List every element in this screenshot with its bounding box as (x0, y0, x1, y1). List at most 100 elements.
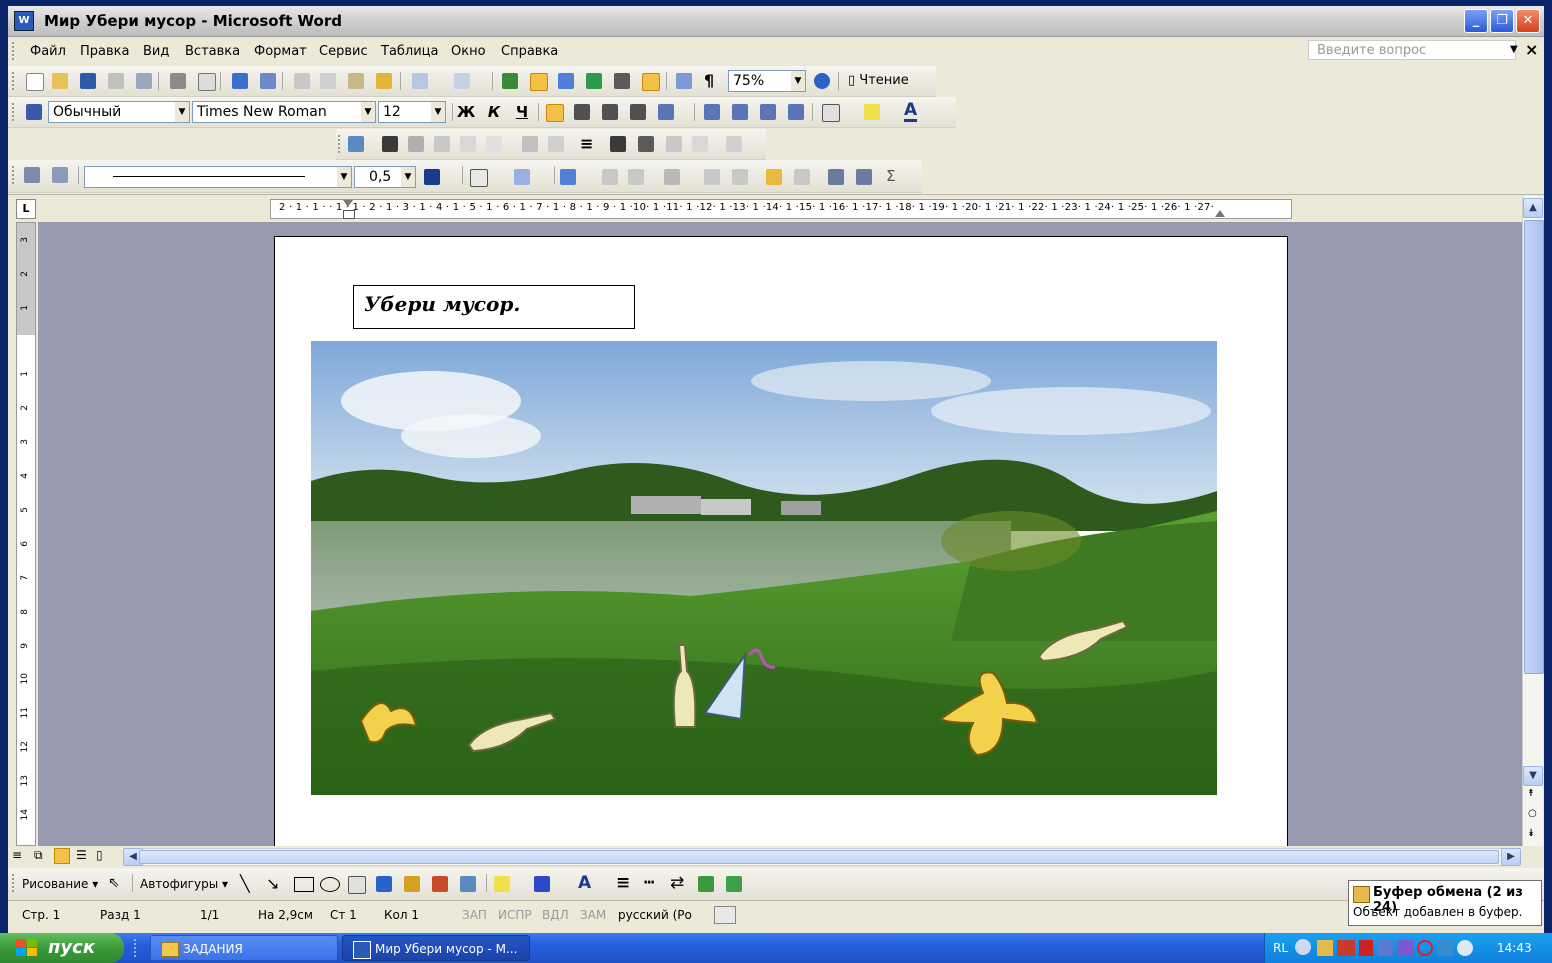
color-icon[interactable] (382, 136, 398, 152)
set-transparent-icon[interactable] (692, 136, 708, 152)
format-painter-icon[interactable] (376, 73, 392, 89)
chevron-down-icon[interactable]: ▼ (337, 167, 351, 187)
less-brightness-icon[interactable] (486, 136, 502, 152)
tray-kaspersky-icon[interactable] (1359, 940, 1373, 956)
reading-view-icon[interactable]: ▯ (96, 848, 103, 862)
line-tool-icon[interactable]: ╲ (240, 874, 250, 893)
vertical-ruler[interactable]: 3 2 1 1 2 3 4 5 6 7 8 9 10 11 12 13 14 (16, 222, 36, 846)
chevron-down-icon[interactable]: ▼ (401, 167, 415, 187)
bottle-standing[interactable] (667, 641, 701, 733)
banana-peel-right[interactable] (933, 663, 1043, 765)
taskbar-clock[interactable]: 14:43 (1497, 941, 1532, 955)
help-icon[interactable] (814, 73, 830, 89)
scroll-down-button[interactable]: ▼ (1523, 766, 1543, 786)
previous-page-icon[interactable]: ⯭ (1528, 788, 1534, 799)
tray-display-icon[interactable] (1437, 940, 1453, 956)
menu-table[interactable]: Таблица (381, 44, 439, 59)
save-icon[interactable] (80, 73, 96, 89)
show-formatting-icon[interactable]: ¶ (704, 71, 714, 90)
less-contrast-icon[interactable] (434, 136, 450, 152)
right-indent-marker[interactable] (1215, 210, 1225, 217)
paper-cone[interactable] (701, 645, 791, 725)
menu-tools[interactable]: Сервис (319, 44, 368, 59)
ask-dropdown-icon[interactable]: ▼ (1510, 44, 1518, 55)
compress-icon[interactable] (610, 136, 626, 152)
title-textbox[interactable]: Убери мусор. (353, 285, 635, 329)
tray-help-icon[interactable] (1457, 940, 1473, 956)
dash-style-icon[interactable]: ┅ (644, 873, 654, 893)
justify-icon[interactable] (630, 104, 646, 120)
shadow-style-icon[interactable] (698, 876, 714, 892)
line-style-icon[interactable]: ≡ (616, 873, 630, 893)
styles-icon[interactable] (26, 104, 42, 120)
wordart-icon[interactable] (376, 876, 392, 892)
italic-button[interactable]: К (484, 103, 504, 121)
word-app-icon[interactable]: W (14, 11, 34, 31)
outside-border-icon[interactable] (470, 169, 488, 187)
cut-icon[interactable] (294, 73, 310, 89)
arrow-style-icon[interactable]: ⇄ (670, 873, 684, 893)
spelling-status-icon[interactable] (714, 906, 736, 924)
document-map-icon[interactable] (676, 73, 692, 89)
3d-style-icon[interactable] (726, 876, 742, 892)
more-contrast-icon[interactable] (408, 136, 424, 152)
print-icon[interactable] (170, 73, 186, 89)
reset-picture-icon[interactable] (726, 136, 742, 152)
sort-ascending-icon[interactable] (828, 169, 844, 185)
text-direction-icon[interactable] (794, 169, 810, 185)
chevron-down-icon[interactable]: ▼ (431, 102, 445, 122)
tables-borders-icon[interactable] (530, 73, 548, 91)
distribute-columns-icon[interactable] (732, 169, 748, 185)
taskbar-grip[interactable] (134, 939, 139, 957)
increase-indent-icon[interactable] (788, 104, 804, 120)
tray-network2-icon[interactable] (1397, 940, 1413, 956)
horizontal-scroll-thumb[interactable] (139, 850, 1499, 864)
research-icon[interactable] (260, 73, 276, 89)
line-style-select[interactable]: ▼ (84, 166, 352, 188)
print-preview-icon[interactable] (198, 73, 216, 91)
font-size-select[interactable]: 12 ▼ (378, 101, 446, 123)
bullets-icon[interactable] (732, 104, 748, 120)
shading-icon[interactable] (514, 169, 530, 185)
minimize-button[interactable]: _ (1464, 9, 1488, 33)
paste-icon[interactable] (348, 73, 364, 89)
copy-icon[interactable] (320, 73, 336, 89)
document-page[interactable]: Убери мусор. (274, 236, 1288, 846)
menu-view[interactable]: Вид (143, 44, 169, 59)
insert-excel-icon[interactable] (586, 73, 602, 89)
tray-antivirus-icon[interactable] (1337, 940, 1355, 956)
clipart-icon[interactable] (432, 876, 448, 892)
line-spacing-icon[interactable] (658, 104, 674, 120)
line-style-icon[interactable]: ≡ (580, 134, 593, 153)
new-document-icon[interactable] (26, 73, 44, 91)
split-cells-icon[interactable] (628, 169, 644, 185)
status-ovr[interactable]: ЗАМ (580, 908, 606, 922)
insert-picture-icon[interactable] (348, 136, 364, 152)
taskbar-button-word[interactable]: Мир Убери мусор - M... (342, 935, 530, 961)
decrease-indent-icon[interactable] (760, 104, 776, 120)
chevron-down-icon[interactable]: ▼ (175, 102, 189, 122)
numbering-icon[interactable] (704, 104, 720, 120)
permission-icon[interactable] (108, 73, 124, 89)
status-rec[interactable]: ЗАП (462, 908, 487, 922)
email-icon[interactable] (136, 73, 152, 89)
tray-network-icon[interactable] (1377, 940, 1393, 956)
draw-menu-button[interactable]: Рисование ▾ (22, 877, 98, 891)
rotate-icon[interactable] (548, 136, 564, 152)
menu-help[interactable]: Справка (501, 44, 558, 59)
insert-table-icon[interactable] (560, 169, 576, 185)
select-objects-icon[interactable]: ⇖ (108, 875, 120, 891)
underline-button[interactable]: Ч (512, 103, 532, 121)
textbox-tool-icon[interactable] (348, 876, 366, 894)
undo-icon[interactable] (412, 73, 428, 89)
toolbar-grip[interactable] (12, 72, 17, 90)
bold-button[interactable]: Ж (456, 103, 476, 121)
close-document-button[interactable]: × (1525, 40, 1538, 59)
status-trk[interactable]: ИСПР (498, 908, 532, 922)
oval-tool-icon[interactable] (320, 877, 340, 892)
toolbar-grip[interactable] (12, 103, 17, 121)
title-bar[interactable]: W Мир Убери мусор - Microsoft Word _ ❐ ✕ (8, 6, 1544, 37)
restore-button[interactable]: ❐ (1490, 9, 1514, 33)
eraser-icon[interactable] (52, 167, 68, 183)
banana-peel-left[interactable] (351, 681, 421, 751)
